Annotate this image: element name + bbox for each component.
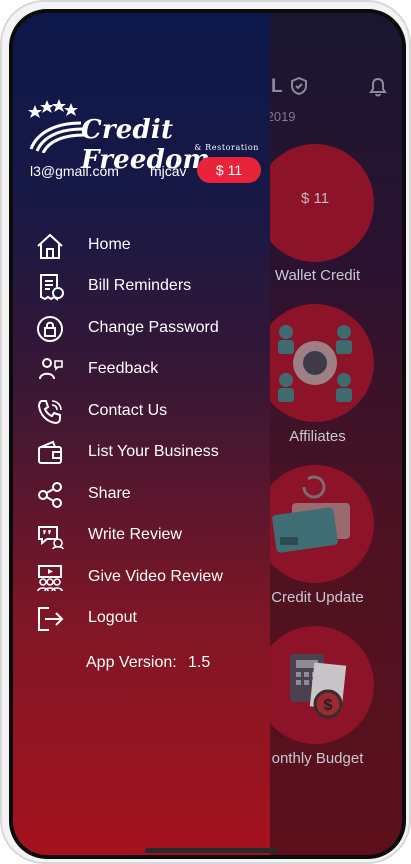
app-screen: L /2019 $ 11 Wallet Credit Affiliates Cr… [13, 13, 402, 855]
menu-item-change-password[interactable]: Change Password [13, 310, 270, 348]
menu-label-give-video-review: Give Video Review [88, 568, 223, 585]
feedback-icon [39, 358, 63, 380]
people-network-icon [278, 325, 352, 402]
navigation-drawer: Credit Freedom & Restoration l3@gmail.co… [13, 13, 270, 855]
menu-label-feedback: Feedback [88, 360, 159, 377]
video-review-icon [37, 565, 63, 592]
budget-calculator-icon: $ [290, 654, 347, 719]
menu-label-contact-us: Contact Us [88, 402, 168, 419]
app-version-label: App Version: [86, 654, 177, 671]
lock-icon [37, 316, 63, 342]
phone-icon [37, 400, 62, 425]
bill-reminder-icon [40, 274, 64, 301]
credit-card-icon [272, 475, 350, 553]
credit-update-card[interactable] [256, 465, 374, 583]
menu-item-contact-us[interactable]: Contact Us [13, 393, 270, 431]
wallet-credit-card[interactable]: $ 11 [256, 144, 374, 262]
home-icon [37, 233, 63, 259]
menu-label-list-your-business: List Your Business [88, 443, 219, 460]
app-version-value: 1.5 [188, 654, 211, 671]
menu-item-list-your-business[interactable]: List Your Business [13, 434, 270, 472]
share-icon [38, 482, 62, 508]
credit-freedom-logo: Credit Freedom & Restoration [25, 95, 265, 175]
affiliates-card[interactable] [256, 304, 374, 422]
svg-text:$: $ [324, 697, 333, 714]
balance-badge[interactable]: $ 11 [197, 157, 261, 183]
phone-bezel: L /2019 $ 11 Wallet Credit Affiliates Cr… [9, 9, 406, 859]
phone-frame: L /2019 $ 11 Wallet Credit Affiliates Cr… [0, 0, 411, 864]
header-title: L [271, 76, 284, 97]
home-indicator [145, 848, 277, 853]
menu-item-share[interactable]: Share [13, 476, 270, 514]
user-email: l3@gmail.com [30, 163, 119, 179]
menu-item-bill-reminders[interactable]: Bill Reminders [13, 268, 270, 306]
menu-item-feedback[interactable]: Feedback [13, 351, 270, 389]
user-info: l3@gmail.com mjcav $ 11 [30, 157, 266, 185]
wallet-icon [38, 440, 62, 464]
menu-label-change-password: Change Password [88, 319, 219, 336]
menu-label-write-review: Write Review [88, 526, 182, 543]
shield-icon [291, 77, 307, 95]
menu-label-logout: Logout [88, 609, 137, 626]
menu-item-home[interactable]: Home [13, 227, 270, 265]
menu-item-logout[interactable]: Logout [13, 600, 270, 638]
wallet-credit-value: $ 11 [300, 190, 330, 207]
menu-item-give-video-review[interactable]: Give Video Review [13, 559, 270, 597]
monthly-budget-card[interactable]: $ [256, 626, 374, 744]
bell-icon[interactable] [369, 77, 387, 97]
menu-label-share: Share [88, 485, 131, 502]
logout-icon [38, 607, 64, 631]
user-name: mjcav [150, 163, 187, 179]
review-icon [38, 526, 64, 550]
logo-subtext: & Restoration [194, 143, 259, 152]
menu-label-bill-reminders: Bill Reminders [88, 277, 192, 294]
menu-item-write-review[interactable]: Write Review [13, 517, 270, 555]
menu-label-home: Home [88, 236, 131, 253]
